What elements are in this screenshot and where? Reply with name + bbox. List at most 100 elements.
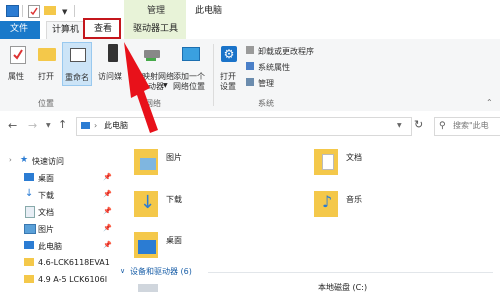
manage-label: 管理: [258, 79, 274, 88]
system-properties-label: 系统属性: [258, 63, 290, 72]
folder-label: 文档: [346, 153, 362, 162]
uninstall-button[interactable]: 卸载或更改程序: [246, 45, 326, 56]
open-settings-button[interactable]: ⚙ 打开 设置: [216, 44, 244, 92]
tab-file-label: 文件: [10, 24, 29, 34]
rename-icon: [70, 48, 86, 62]
pin-icon[interactable]: 📌: [103, 224, 112, 232]
star-icon: ★: [20, 155, 29, 165]
sidebar-item-label: 下载: [38, 191, 54, 200]
download-arrow-icon: ↓: [140, 192, 156, 213]
pin-icon[interactable]: 📌: [103, 207, 112, 215]
manage-button[interactable]: 管理: [246, 77, 286, 88]
rename-label: 重命名: [65, 73, 89, 82]
search-icon: ⚲: [439, 121, 446, 131]
rename-button[interactable]: 重命名: [62, 42, 92, 86]
separator: [22, 5, 23, 17]
window-title: 此电脑: [195, 6, 223, 16]
system-properties-button[interactable]: 系统属性: [246, 61, 306, 72]
pin-icon[interactable]: 📌: [103, 241, 112, 249]
sidebar-item-downloads[interactable]: ↓ 下载 📌: [0, 187, 118, 202]
tab-drive-tools-label: 驱动器工具: [133, 24, 179, 34]
open-settings-label-2: 设置: [220, 82, 236, 91]
folder-label: 图片: [166, 153, 182, 162]
folder-icon: [24, 258, 34, 266]
add-network-location-button[interactable]: 添加一个 网络位置: [172, 44, 210, 92]
uninstall-icon: [246, 46, 254, 54]
properties-label: 属性: [8, 72, 24, 81]
sidebar-item-this-pc[interactable]: 此电脑 📌: [0, 238, 118, 253]
breadcrumb-separator-icon: ›: [94, 121, 98, 130]
devices-section-header[interactable]: ∨ 设备和驱动器 (6): [118, 266, 498, 278]
quick-access-toolbar: ▼: [4, 4, 94, 18]
tab-drive-tools[interactable]: 驱动器工具: [128, 21, 186, 39]
group-label-location: 位置: [38, 99, 54, 108]
drive-icon: [138, 284, 158, 292]
landscape-icon: [140, 158, 156, 170]
chevron-down-icon[interactable]: ∨: [120, 267, 125, 275]
folder-tile-downloads[interactable]: ↓ 下载: [130, 188, 220, 224]
network-monitor-icon: [182, 47, 200, 61]
desktop-screen-icon: [138, 240, 156, 254]
add-network-label-2: 网络位置: [173, 82, 205, 91]
tab-computer[interactable]: 计算机: [46, 21, 84, 40]
open-folder-icon: [38, 48, 56, 61]
folder-label: 下载: [166, 195, 182, 204]
sidebar-item-label: 桌面: [38, 174, 54, 183]
recent-dropdown-icon[interactable]: ▼: [46, 122, 51, 129]
local-disk-label: 本地磁盘 (C:): [318, 283, 368, 292]
forward-arrow-icon[interactable]: →: [28, 119, 37, 132]
pc-icon: [81, 122, 90, 129]
document-icon: [322, 154, 334, 170]
ribbon-collapse-chevron-icon[interactable]: ⌃: [486, 98, 493, 107]
sidebar-item-label: 图片: [38, 225, 54, 234]
pc-icon: [24, 241, 34, 249]
manage-icon: [246, 78, 254, 86]
folder-tile-documents[interactable]: 文档: [310, 146, 400, 182]
properties-check-icon[interactable]: [28, 5, 40, 18]
back-arrow-icon[interactable]: ←: [8, 119, 17, 132]
group-label-system: 系统: [258, 99, 274, 108]
sidebar-quick-access-label: 快速访问: [32, 157, 64, 166]
sidebar-item-folder[interactable]: 4.9 A-5 LCK6106I: [0, 272, 118, 287]
explorer-icon[interactable]: [6, 5, 19, 17]
gear-icon: ⚙: [221, 46, 237, 62]
folder-label: 音乐: [346, 195, 362, 204]
devices-header-label: 设备和驱动器 (6): [130, 267, 192, 276]
new-folder-icon[interactable]: [44, 6, 56, 15]
open-button[interactable]: 打开: [34, 44, 60, 84]
pin-icon[interactable]: 📌: [103, 190, 112, 198]
search-input[interactable]: ⚲ 搜索"此电: [434, 117, 500, 136]
search-placeholder: 搜索"此电: [453, 121, 489, 130]
properties-icon: [10, 46, 26, 64]
open-label: 打开: [38, 72, 54, 81]
refresh-icon[interactable]: ↻: [414, 118, 423, 131]
annotation-arrow: [124, 42, 158, 133]
up-arrow-icon[interactable]: ↑: [58, 118, 67, 131]
sidebar-item-pictures[interactable]: 图片 📌: [0, 221, 118, 236]
pin-icon[interactable]: 📌: [103, 173, 112, 181]
folder-tile-desktop[interactable]: 桌面: [130, 229, 220, 265]
system-properties-icon: [246, 62, 254, 70]
uninstall-label: 卸载或更改程序: [258, 47, 314, 56]
folder-tile-pictures[interactable]: 图片: [130, 146, 220, 182]
folder-tile-music[interactable]: ♪ 音乐: [310, 188, 400, 224]
section-divider: [208, 272, 493, 273]
contextual-tab-manage[interactable]: 管理: [147, 7, 165, 16]
sidebar-item-label: 此电脑: [38, 242, 62, 251]
customize-dropdown-icon[interactable]: ▼: [62, 8, 67, 16]
folder-icon: [24, 275, 34, 283]
separator: [74, 5, 75, 17]
sidebar-item-folder[interactable]: 4.6-LCK6118EVA1: [0, 255, 118, 270]
sidebar-quick-access[interactable]: › ★ 快速访问: [0, 153, 118, 168]
chevron-down-icon[interactable]: ›: [9, 156, 12, 164]
address-dropdown-icon[interactable]: ▼: [397, 122, 402, 129]
sidebar-item-label: 4.6-LCK6118EVA1: [38, 258, 110, 267]
picture-icon: [24, 224, 36, 234]
sidebar-item-label: 4.9 A-5 LCK6106I: [38, 275, 108, 284]
group-separator: [213, 44, 214, 106]
properties-button[interactable]: 属性: [4, 44, 32, 84]
download-icon: ↓: [25, 188, 34, 199]
tab-file[interactable]: 文件: [0, 21, 40, 39]
sidebar-item-documents[interactable]: 文档 📌: [0, 204, 118, 219]
sidebar-item-desktop[interactable]: 桌面 📌: [0, 170, 118, 185]
